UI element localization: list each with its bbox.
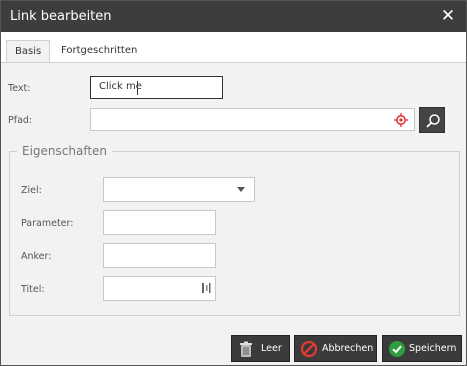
target-icon[interactable]: [394, 113, 408, 127]
tab-advanced[interactable]: Fortgeschritten: [53, 40, 145, 63]
anchor-label: Anker:: [21, 251, 52, 262]
dialog-footer: Leer Abbrechen Speichern: [1, 335, 466, 365]
search-icon: [426, 114, 440, 128]
tab-basis[interactable]: Basis: [6, 40, 51, 63]
path-label: Pfad:: [8, 115, 33, 126]
dialog-titlebar: Link bearbeiten ✕: [1, 1, 466, 32]
trash-icon: [240, 341, 252, 357]
close-icon[interactable]: ✕: [440, 6, 456, 26]
cancel-button[interactable]: Abbrechen: [294, 335, 377, 362]
text-input-value: Click me: [99, 81, 142, 92]
link-edit-dialog: Link bearbeiten ✕ Basis Fortgeschritten …: [0, 0, 467, 366]
tab-bar: Basis Fortgeschritten: [1, 32, 466, 63]
save-button[interactable]: Speichern: [382, 335, 462, 362]
properties-fieldset: [9, 151, 460, 316]
clear-button[interactable]: Leer: [231, 335, 290, 362]
save-button-label: Speichern: [409, 343, 457, 354]
picker-icon[interactable]: [201, 282, 211, 294]
parameter-input[interactable]: [103, 210, 216, 235]
cancel-button-label: Abbrechen: [322, 343, 374, 354]
check-icon: [389, 341, 405, 357]
title-label: Titel:: [21, 284, 45, 295]
tab-panel-basis: Text: Click me Pfad: Eigenschaften Ziel:…: [1, 63, 466, 335]
text-input[interactable]: Click me: [90, 76, 223, 99]
anchor-input[interactable]: [103, 243, 216, 268]
text-label: Text:: [8, 83, 31, 94]
target-label: Ziel:: [21, 185, 42, 196]
target-select[interactable]: [103, 177, 255, 202]
clear-button-label: Leer: [261, 343, 282, 354]
title-input[interactable]: [103, 276, 216, 301]
text-cursor: [137, 81, 138, 95]
dialog-title: Link bearbeiten: [10, 9, 112, 24]
path-search-button[interactable]: [419, 107, 445, 133]
parameter-label: Parameter:: [21, 218, 74, 229]
path-input[interactable]: [90, 108, 415, 131]
cancel-icon: [300, 340, 318, 358]
properties-legend: Eigenschaften: [17, 144, 113, 158]
chevron-down-icon: [237, 187, 245, 192]
